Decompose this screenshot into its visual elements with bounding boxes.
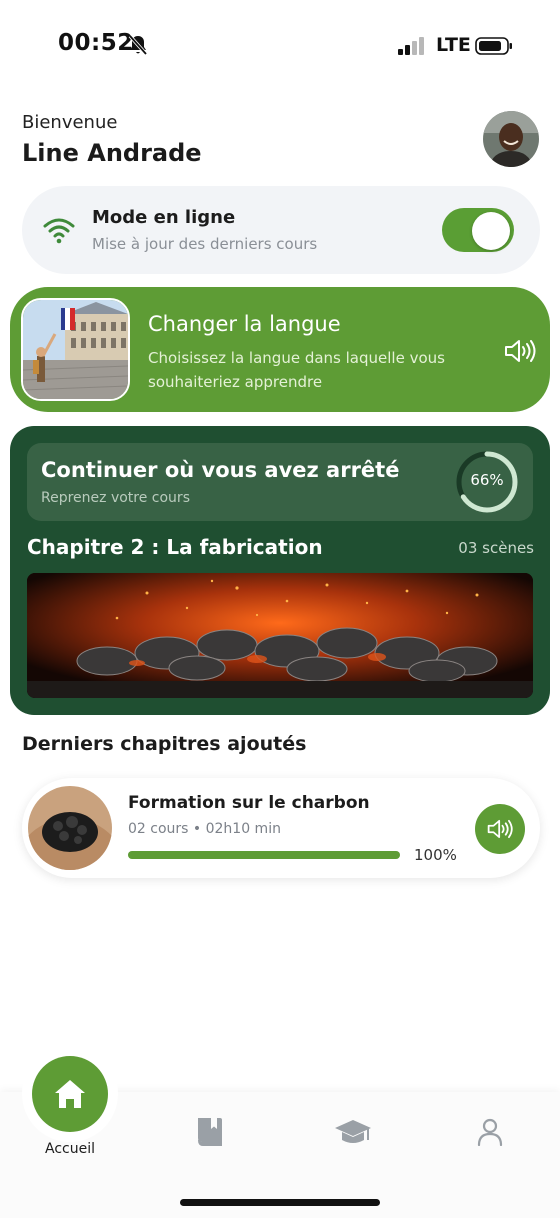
course-progress-label: 100% bbox=[414, 846, 457, 864]
toggle-knob bbox=[472, 212, 510, 250]
signal-icon bbox=[398, 37, 424, 55]
avatar[interactable] bbox=[483, 111, 539, 167]
change-language-description: Choisissez la langue dans laquelle vous … bbox=[148, 349, 445, 391]
continue-title: Continuer où vous avez arrêté bbox=[41, 458, 400, 482]
course-image bbox=[28, 786, 112, 870]
course-meta: 02 cours • 02h10 min bbox=[128, 821, 281, 837]
speaker-icon[interactable] bbox=[504, 338, 536, 364]
language-photo bbox=[21, 298, 130, 401]
chapter-scenes: 03 scènes bbox=[458, 539, 534, 557]
latest-chapters-heading: Derniers chapitres ajoutés bbox=[22, 733, 307, 755]
home-icon bbox=[55, 1080, 85, 1108]
progress-ring-label: 66% bbox=[470, 471, 504, 489]
book-icon[interactable] bbox=[196, 1116, 224, 1148]
bell-slash-icon bbox=[128, 34, 148, 56]
network-type: LTE bbox=[436, 34, 471, 56]
change-language-title: Changer la langue bbox=[148, 312, 341, 336]
welcome-text: Bienvenue bbox=[22, 112, 118, 133]
chapter-title: Chapitre 2 : La fabrication bbox=[27, 535, 323, 559]
speaker-icon bbox=[487, 819, 513, 839]
battery-icon bbox=[475, 37, 512, 55]
chapter-image[interactable] bbox=[27, 573, 533, 698]
course-title: Formation sur le charbon bbox=[128, 793, 370, 813]
online-mode-subtitle: Mise à jour des derniers cours bbox=[92, 235, 318, 253]
online-mode-title: Mode en ligne bbox=[92, 207, 236, 228]
status-time: 00:52 bbox=[58, 30, 134, 56]
graduation-cap-icon[interactable] bbox=[334, 1118, 372, 1148]
wifi-icon bbox=[43, 218, 75, 244]
home-indicator bbox=[180, 1199, 380, 1206]
continue-subtitle: Reprenez votre cours bbox=[41, 490, 190, 506]
nav-home-label: Accueil bbox=[45, 1141, 95, 1157]
user-icon[interactable] bbox=[477, 1118, 503, 1146]
course-progress-fill bbox=[128, 851, 400, 859]
user-name: Line Andrade bbox=[22, 139, 202, 167]
